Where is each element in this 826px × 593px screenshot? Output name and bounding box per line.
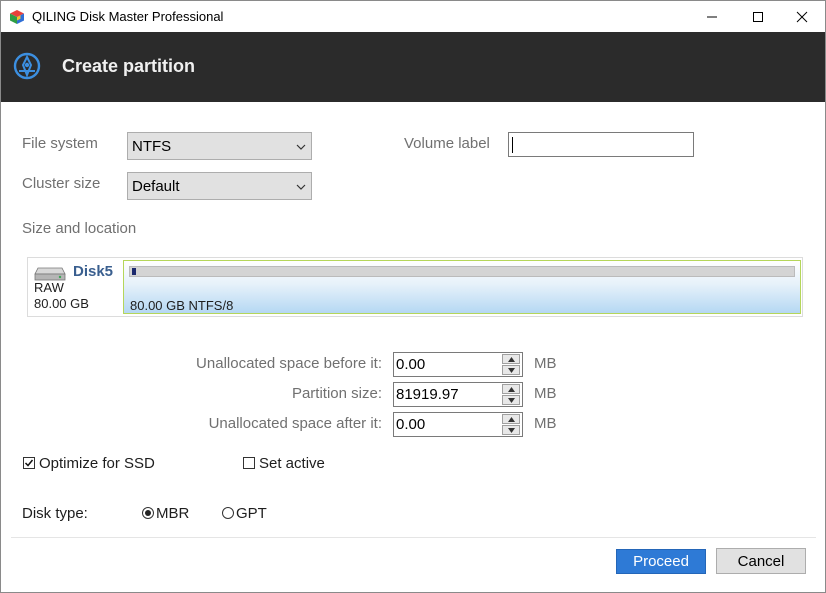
disk-map-panel: Disk5 RAW 80.00 GB 80.00 GB NTFS/8 [27, 257, 803, 317]
cluster-size-label: Cluster size [22, 175, 101, 192]
size-location-label: Size and location [22, 220, 137, 237]
after-space-input[interactable]: 0.00 [393, 412, 523, 437]
arrow-down-icon [507, 397, 515, 403]
mbr-label[interactable]: MBR [156, 505, 189, 522]
file-system-value: NTFS [132, 138, 172, 155]
cancel-button[interactable]: Cancel [716, 548, 806, 574]
volume-label-label: Volume label [404, 135, 490, 152]
after-space-label: Unallocated space after it: [208, 415, 382, 432]
partition-size-input[interactable]: 81919.97 [393, 382, 523, 407]
partition-size-unit: MB [534, 385, 557, 402]
disk-type-label: Disk type: [22, 505, 88, 522]
file-system-label: File system [22, 135, 98, 152]
after-space-increment-button[interactable] [502, 414, 520, 424]
partition-size-decrement-button[interactable] [502, 395, 520, 405]
arrow-up-icon [507, 416, 515, 422]
optimize-ssd-label[interactable]: Optimize for SSD [39, 455, 155, 472]
gpt-radio[interactable] [222, 507, 234, 519]
optimize-ssd-checkbox[interactable] [23, 457, 35, 469]
close-icon [796, 11, 808, 22]
partition-size-value: 81919.97 [396, 386, 459, 403]
after-space-decrement-button[interactable] [502, 425, 520, 435]
proceed-button[interactable]: Proceed [616, 549, 706, 574]
arrow-up-icon [507, 386, 515, 392]
before-space-value: 0.00 [396, 356, 426, 373]
dialog-title: Create partition [62, 56, 196, 76]
before-space-increment-button[interactable] [502, 354, 520, 364]
file-system-select[interactable]: NTFS [127, 132, 312, 160]
radio-selected-dot [145, 510, 151, 516]
arrow-down-icon [507, 367, 515, 373]
partition-block[interactable]: 80.00 GB NTFS/8 [123, 260, 801, 314]
disk-type-text: RAW [34, 280, 64, 295]
gpt-label[interactable]: GPT [236, 505, 267, 522]
before-space-label: Unallocated space before it: [196, 355, 382, 372]
footer-divider [11, 537, 816, 538]
partition-wizard-icon [13, 52, 41, 80]
partition-usage-fill [132, 268, 136, 275]
volume-label-input[interactable] [508, 132, 694, 157]
partition-block-label: 80.00 GB NTFS/8 [130, 298, 234, 313]
title-bar: QILING Disk Master Professional [1, 1, 825, 32]
partition-usage-bar[interactable] [129, 266, 795, 277]
minimize-button[interactable] [689, 1, 735, 32]
partition-size-increment-button[interactable] [502, 384, 520, 394]
set-active-checkbox[interactable] [243, 457, 255, 469]
before-space-input[interactable]: 0.00 [393, 352, 523, 377]
app-cube-icon [10, 10, 24, 24]
dialog-header: Create partition [1, 32, 825, 102]
window-title: QILING Disk Master Professional [32, 9, 224, 24]
cluster-size-value: Default [132, 178, 180, 195]
partition-size-label: Partition size: [291, 385, 382, 402]
after-space-value: 0.00 [396, 416, 426, 433]
before-space-decrement-button[interactable] [502, 365, 520, 375]
minimize-icon [707, 16, 717, 17]
checkmark-icon [24, 459, 34, 467]
disk-name: Disk5 [73, 263, 114, 280]
set-active-label[interactable]: Set active [259, 455, 325, 472]
create-partition-window: QILING Disk Master Professional Create p… [0, 0, 826, 593]
after-space-unit: MB [534, 415, 557, 432]
cluster-size-select[interactable]: Default [127, 172, 312, 200]
before-space-unit: MB [534, 355, 557, 372]
disk-capacity: 80.00 GB [34, 296, 89, 311]
chevron-down-icon [296, 184, 306, 190]
text-caret [512, 137, 513, 153]
chevron-down-icon [296, 144, 306, 150]
mbr-radio[interactable] [142, 507, 154, 519]
arrow-down-icon [507, 427, 515, 433]
maximize-icon [753, 11, 763, 22]
close-button[interactable] [779, 1, 825, 32]
arrow-up-icon [507, 356, 515, 362]
maximize-button[interactable] [735, 1, 781, 32]
